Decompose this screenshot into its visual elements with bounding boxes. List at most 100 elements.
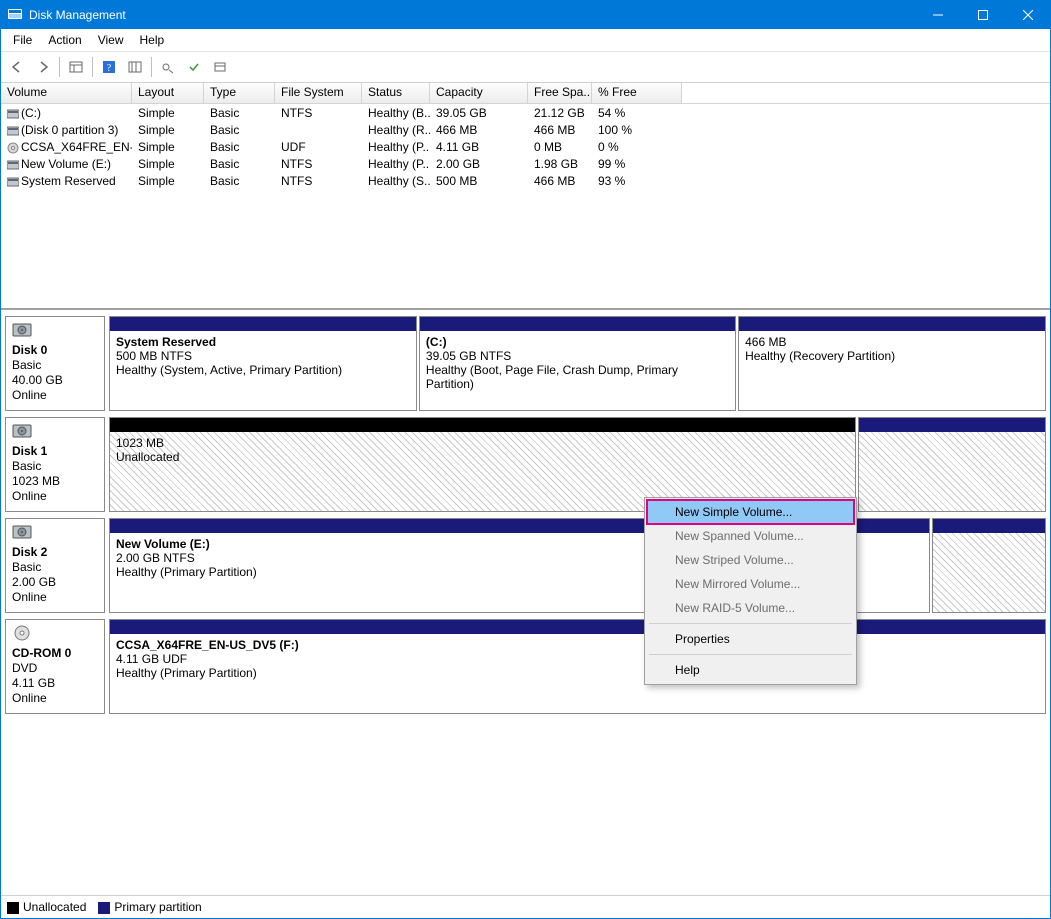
menubar: File Action View Help	[1, 29, 1050, 52]
partitions: 1023 MBUnallocated	[109, 417, 1046, 512]
minimize-button[interactable]	[915, 1, 960, 29]
partition[interactable]: CCSA_X64FRE_EN-US_DV5 (F:)4.11 GB UDFHea…	[109, 619, 1046, 714]
disk-icon	[12, 422, 98, 443]
col-header-type[interactable]: Type	[204, 83, 275, 103]
partition-title: CCSA_X64FRE_EN-US_DV5 (F:)	[116, 638, 1039, 652]
volume-free: 466 MB	[528, 123, 592, 137]
toolbar-separator	[59, 57, 60, 77]
help-button[interactable]: ?	[97, 55, 121, 79]
volume-list-header: Volume Layout Type File System Status Ca…	[1, 83, 1050, 104]
titlebar[interactable]: Disk Management	[1, 1, 1050, 29]
check-button[interactable]	[182, 55, 206, 79]
partition-title: (C:)	[426, 335, 729, 349]
volume-icon	[7, 176, 19, 186]
volume-filesystem: NTFS	[275, 157, 362, 171]
disk-row: Disk 2Basic2.00 GBOnlineNew Volume (E:)2…	[5, 518, 1046, 613]
disk-info[interactable]: Disk 1Basic1023 MBOnline	[5, 417, 105, 512]
menu-action[interactable]: Action	[40, 30, 89, 50]
disk-row: Disk 0Basic40.00 GBOnlineSystem Reserved…	[5, 316, 1046, 411]
partition[interactable]	[858, 417, 1046, 512]
partition[interactable]: (C:)39.05 GB NTFSHealthy (Boot, Page Fil…	[419, 316, 736, 411]
partition-size: 500 MB NTFS	[116, 349, 410, 363]
partition-header	[110, 418, 855, 432]
maximize-button[interactable]	[960, 1, 1005, 29]
volume-free: 21.12 GB	[528, 106, 592, 120]
partition-body: System Reserved500 MB NTFSHealthy (Syste…	[110, 331, 416, 410]
volume-pct-free: 99 %	[592, 157, 682, 171]
disk-info[interactable]: Disk 0Basic40.00 GBOnline	[5, 316, 105, 411]
settings-button[interactable]	[123, 55, 147, 79]
disk-info[interactable]: Disk 2Basic2.00 GBOnline	[5, 518, 105, 613]
volume-status: Healthy (P...	[362, 140, 430, 154]
volume-layout: Simple	[132, 140, 204, 154]
action-button[interactable]	[156, 55, 180, 79]
disk-icon	[12, 321, 98, 342]
partition[interactable]: 466 MBHealthy (Recovery Partition)	[738, 316, 1046, 411]
context-item[interactable]: New Simple Volume...	[647, 500, 854, 524]
col-header-capacity[interactable]: Capacity	[430, 83, 528, 103]
partition[interactable]	[932, 518, 1046, 613]
context-separator	[649, 654, 852, 655]
disk-kind: Basic	[12, 358, 98, 372]
disk-icon	[12, 624, 98, 645]
volume-row[interactable]: New Volume (E:)SimpleBasicNTFSHealthy (P…	[1, 155, 1050, 172]
context-separator	[649, 623, 852, 624]
legend-primary: Primary partition	[98, 900, 201, 914]
col-header-layout[interactable]: Layout	[132, 83, 204, 103]
back-button[interactable]	[5, 55, 29, 79]
context-menu[interactable]: New Simple Volume...New Spanned Volume..…	[644, 497, 857, 685]
disk-row: CD-ROM 0DVD4.11 GBOnlineCCSA_X64FRE_EN-U…	[5, 619, 1046, 714]
partition-body: (C:)39.05 GB NTFSHealthy (Boot, Page Fil…	[420, 331, 735, 410]
forward-button[interactable]	[31, 55, 55, 79]
volume-row[interactable]: (C:)SimpleBasicNTFSHealthy (B...39.05 GB…	[1, 104, 1050, 121]
volume-row[interactable]: (Disk 0 partition 3)SimpleBasicHealthy (…	[1, 121, 1050, 138]
context-item: New RAID-5 Volume...	[647, 596, 854, 620]
disk-map-pane[interactable]: Disk 0Basic40.00 GBOnlineSystem Reserved…	[1, 310, 1050, 895]
volume-filesystem: NTFS	[275, 106, 362, 120]
disk-icon	[12, 523, 98, 544]
col-header-free-space[interactable]: Free Spa...	[528, 83, 592, 103]
partition-body	[859, 432, 1045, 511]
volume-status: Healthy (B...	[362, 106, 430, 120]
disk-state: Online	[12, 691, 98, 705]
context-item[interactable]: Help	[647, 658, 854, 682]
partition-title: System Reserved	[116, 335, 410, 349]
volume-icon	[7, 159, 19, 169]
context-item[interactable]: Properties	[647, 627, 854, 651]
volume-capacity: 2.00 GB	[430, 157, 528, 171]
disk-state: Online	[12, 590, 98, 604]
volume-type: Basic	[204, 157, 275, 171]
volume-status: Healthy (S...	[362, 174, 430, 188]
disk-size: 40.00 GB	[12, 373, 98, 387]
volume-pct-free: 54 %	[592, 106, 682, 120]
partition[interactable]: System Reserved500 MB NTFSHealthy (Syste…	[109, 316, 417, 411]
volume-status: Healthy (R...	[362, 123, 430, 137]
disk-info[interactable]: CD-ROM 0DVD4.11 GBOnline	[5, 619, 105, 714]
disk-state: Online	[12, 388, 98, 402]
menu-file[interactable]: File	[5, 30, 40, 50]
volume-status: Healthy (P...	[362, 157, 430, 171]
volume-name: New Volume (E:)	[21, 157, 111, 171]
close-button[interactable]	[1005, 1, 1050, 29]
disk-kind: Basic	[12, 459, 98, 473]
partition-body: 466 MBHealthy (Recovery Partition)	[739, 331, 1045, 410]
menu-help[interactable]: Help	[132, 30, 173, 50]
volume-row[interactable]: System ReservedSimpleBasicNTFSHealthy (S…	[1, 172, 1050, 189]
volume-layout: Simple	[132, 174, 204, 188]
col-header-status[interactable]: Status	[362, 83, 430, 103]
volume-row[interactable]: CCSA_X64FRE_EN-...SimpleBasicUDFHealthy …	[1, 138, 1050, 155]
volume-name: CCSA_X64FRE_EN-...	[21, 140, 132, 154]
partition-size: 1023 MB	[116, 436, 849, 450]
disk-kind: DVD	[12, 661, 98, 675]
menu-view[interactable]: View	[90, 30, 132, 50]
show-hide-button[interactable]	[64, 55, 88, 79]
window-title: Disk Management	[29, 8, 126, 22]
partition-header	[739, 317, 1045, 331]
list-button[interactable]	[208, 55, 232, 79]
col-header-pct-free[interactable]: % Free	[592, 83, 682, 103]
col-header-filesystem[interactable]: File System	[275, 83, 362, 103]
partition-header	[110, 317, 416, 331]
window-buttons	[915, 1, 1050, 29]
col-header-volume[interactable]: Volume	[1, 83, 132, 103]
volume-list[interactable]: Volume Layout Type File System Status Ca…	[1, 83, 1050, 310]
